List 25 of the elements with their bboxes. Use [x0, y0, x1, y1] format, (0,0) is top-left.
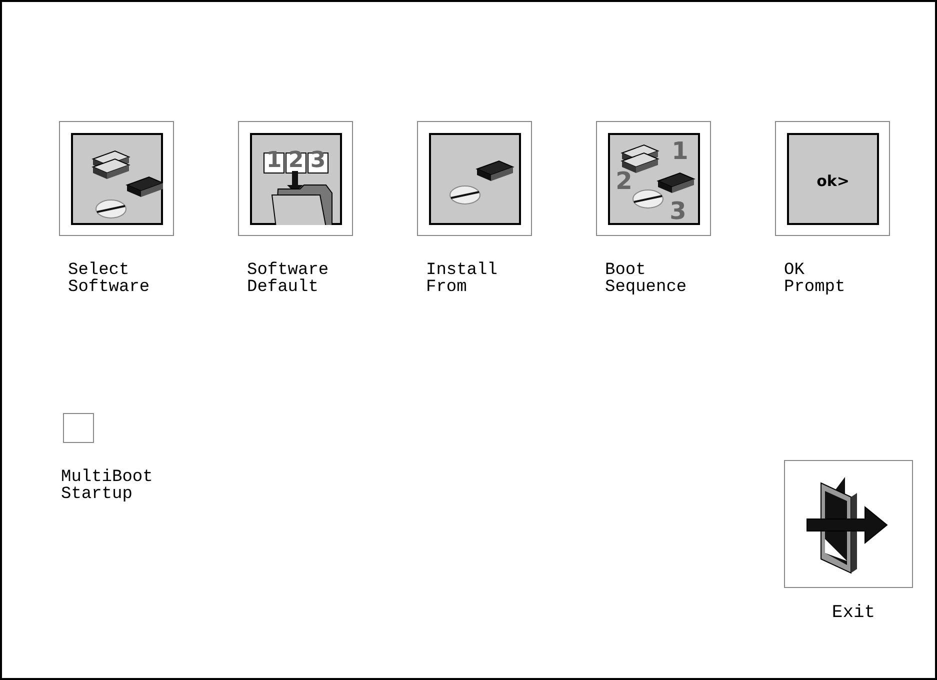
digit-label: 1	[671, 136, 688, 164]
digit-label: 2	[288, 148, 304, 172]
folder-icon	[263, 152, 332, 224]
digit-label: 3	[310, 148, 326, 172]
digit-label: 3	[669, 196, 686, 224]
drive-disc-icon	[449, 160, 514, 204]
tile-label: Software Default	[247, 262, 330, 296]
door-arrow-icon	[806, 477, 888, 574]
menu-tile-button[interactable]	[417, 121, 532, 236]
menu-tile-button[interactable]	[59, 121, 174, 236]
prompt-text: ok>	[816, 172, 849, 190]
tile-label: Install From	[426, 262, 498, 296]
menu-tile-button[interactable]: 1 2 3	[238, 121, 353, 236]
exit-button[interactable]	[784, 460, 913, 588]
digit-label: 2	[615, 166, 632, 194]
digit-label: 1	[266, 148, 282, 172]
menu-tile-button[interactable]: ok>	[775, 121, 890, 236]
tile-label: Select Software	[68, 262, 151, 296]
tile-label: Boot Sequence	[605, 262, 688, 296]
checkbox[interactable]	[63, 413, 94, 443]
tile-label: OK Prompt	[784, 262, 846, 296]
checkbox-label: MultiBoot Startup	[61, 469, 153, 503]
exit-label: Exit	[832, 603, 876, 623]
menu-tile-button[interactable]: 1 2 3	[596, 121, 711, 236]
drives-icon	[91, 150, 162, 218]
